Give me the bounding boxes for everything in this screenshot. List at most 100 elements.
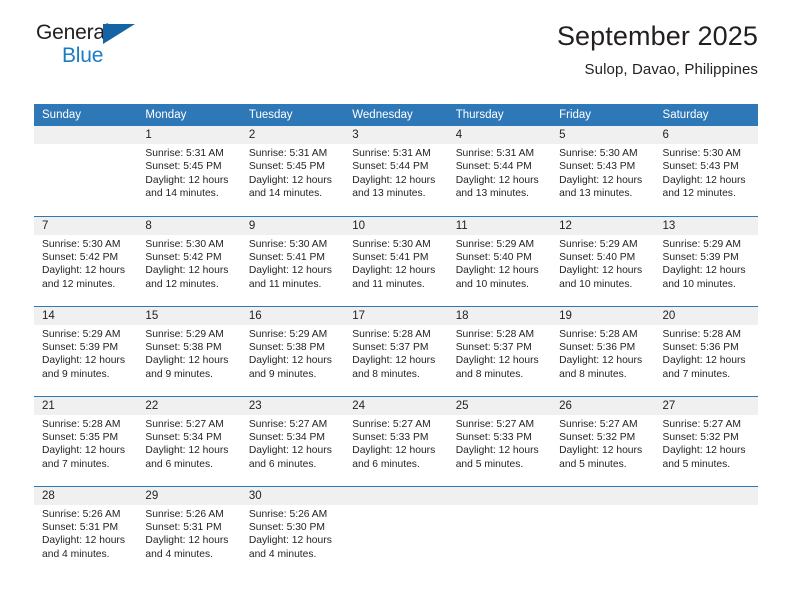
calendar-page: General Blue September 2025 Sulop, Davao…: [0, 0, 792, 612]
calendar-day-cell[interactable]: 22 Sunrise: 5:27 AM Sunset: 5:34 PM Dayligh…: [137, 395, 241, 486]
daylight-duration-line1: Daylight: 12 hours: [352, 355, 436, 367]
calendar-day-cell[interactable]: 7 Sunrise: 5:30 AM Sunset: 5:42 PM Daylight…: [34, 215, 138, 306]
calendar-day-cell[interactable]: 23 Sunrise: 5:27 AM Sunset: 5:34 PM Dayligh…: [240, 395, 345, 486]
calendar-day-cell[interactable]: 3 Sunrise: 5:31 AM Sunset: 5:44 PM Daylight…: [344, 126, 448, 216]
daylight-duration-line1: Daylight: 12 hours: [662, 174, 746, 186]
calendar-day-cell[interactable]: 6 Sunrise: 5:30 AM Sunset: 5:43 PM Daylight…: [654, 126, 758, 216]
calendar-day-cell[interactable]: 12 Sunrise: 5:29 AM Sunset: 5:40 PM Dayligh…: [551, 215, 655, 306]
calendar-day-cell[interactable]: 18 Sunrise: 5:28 AM Sunset: 5:37 PM Dayligh…: [447, 305, 552, 396]
daylight-duration-line2: and 13 minutes.: [455, 188, 529, 200]
daylight-duration-line2: and 6 minutes.: [352, 458, 420, 470]
daylight-duration-line2: and 14 minutes.: [248, 188, 323, 200]
sunset-time: Sunset: 5:33 PM: [455, 431, 532, 443]
calendar-day-cell[interactable]: 26 Sunrise: 5:27 AM Sunset: 5:32 PM Dayligh…: [551, 395, 655, 486]
calendar-day-cell[interactable]: 21 Sunrise: 5:28 AM Sunset: 5:35 PM Dayligh…: [34, 395, 138, 486]
calendar-day-cell[interactable]: 5 Sunrise: 5:30 AM Sunset: 5:43 PM Daylight…: [551, 126, 655, 216]
daylight-duration-line2: and 4 minutes.: [145, 548, 213, 560]
calendar-day-cell[interactable]: 27 Sunrise: 5:27 AM Sunset: 5:32 PM Dayligh…: [654, 395, 758, 486]
calendar-day-cell-empty: [551, 485, 655, 576]
day-number: 12: [551, 216, 655, 235]
sunrise-time: Sunrise: 5:27 AM: [455, 418, 535, 430]
day-number: [34, 126, 138, 144]
daylight-duration-line2: and 13 minutes.: [352, 188, 426, 200]
title-block: September 2025 Sulop, Davao, Philippines: [556, 21, 758, 78]
calendar-day-cell[interactable]: 4 Sunrise: 5:31 AM Sunset: 5:44 PM Daylight…: [447, 126, 552, 216]
calendar-day-cell[interactable]: 15 Sunrise: 5:29 AM Sunset: 5:38 PM Dayligh…: [137, 305, 241, 396]
sunrise-time: Sunrise: 5:31 AM: [248, 148, 328, 159]
sunrise-time: Sunrise: 5:31 AM: [352, 148, 431, 159]
general-blue-logo[interactable]: General Blue: [34, 22, 156, 78]
calendar-day-cell[interactable]: 10 Sunrise: 5:30 AM Sunset: 5:41 PM Dayligh…: [344, 215, 448, 306]
day-details: Sunrise: 5:31 AM Sunset: 5:44 PM Daylight:…: [344, 144, 447, 201]
calendar-day-cell[interactable]: 20 Sunrise: 5:28 AM Sunset: 5:36 PM Dayligh…: [654, 305, 758, 396]
daylight-duration-line2: and 10 minutes.: [559, 278, 633, 290]
sunset-time: Sunset: 5:37 PM: [455, 341, 532, 353]
day-number: 20: [654, 306, 758, 325]
daylight-duration-line1: Daylight: 12 hours: [559, 265, 643, 277]
calendar-day-cell[interactable]: 16 Sunrise: 5:29 AM Sunset: 5:38 PM Dayligh…: [240, 305, 345, 396]
day-details: Sunrise: 5:30 AM Sunset: 5:42 PM Daylight:…: [34, 235, 137, 292]
calendar-day-cell[interactable]: 24 Sunrise: 5:27 AM Sunset: 5:33 PM Dayligh…: [344, 395, 448, 486]
daylight-duration-line2: and 9 minutes.: [248, 368, 317, 380]
sunrise-time: Sunrise: 5:27 AM: [352, 418, 431, 430]
sunrise-time: Sunrise: 5:28 AM: [559, 328, 638, 340]
weekday-header-wednesday: Wednesday: [344, 104, 448, 126]
day-number: [551, 486, 655, 505]
sunrise-time: Sunrise: 5:29 AM: [248, 328, 328, 340]
day-number: 11: [447, 216, 552, 235]
calendar-day-cell[interactable]: 28 Sunrise: 5:26 AM Sunset: 5:31 PM Dayligh…: [34, 485, 138, 576]
day-details: Sunrise: 5:27 AM Sunset: 5:34 PM Daylight:…: [137, 415, 240, 472]
calendar-day-cell-empty: [344, 485, 448, 576]
day-number: 5: [551, 126, 655, 144]
sunset-time: Sunset: 5:43 PM: [662, 161, 739, 173]
day-number: 22: [137, 396, 241, 415]
calendar-day-cell[interactable]: 1 Sunrise: 5:31 AM Sunset: 5:45 PM Daylight…: [137, 126, 241, 216]
daylight-duration-line1: Daylight: 12 hours: [455, 174, 539, 186]
sunrise-time: Sunrise: 5:30 AM: [145, 238, 224, 250]
daylight-duration-line1: Daylight: 12 hours: [352, 445, 436, 457]
calendar-week-row: 7 Sunrise: 5:30 AM Sunset: 5:42 PM Daylight…: [34, 215, 758, 306]
day-details: Sunrise: 5:28 AM Sunset: 5:36 PM Daylight:…: [655, 325, 758, 382]
day-number: 25: [447, 396, 552, 415]
sunset-time: Sunset: 5:31 PM: [42, 521, 119, 533]
calendar-day-cell[interactable]: 30 Sunrise: 5:26 AM Sunset: 5:30 PM Dayligh…: [240, 485, 345, 576]
sunrise-time: Sunrise: 5:28 AM: [455, 328, 535, 340]
day-number: 19: [551, 306, 655, 325]
day-details: Sunrise: 5:28 AM Sunset: 5:37 PM Daylight:…: [344, 325, 447, 382]
daylight-duration-line2: and 9 minutes.: [145, 368, 213, 380]
sunrise-time: Sunrise: 5:31 AM: [145, 148, 224, 159]
sunset-time: Sunset: 5:34 PM: [248, 431, 325, 443]
calendar-day-cell[interactable]: 25 Sunrise: 5:27 AM Sunset: 5:33 PM Dayligh…: [447, 395, 552, 486]
sunrise-time: Sunrise: 5:27 AM: [248, 418, 328, 430]
day-details: Sunrise: 5:26 AM Sunset: 5:31 PM Daylight:…: [34, 505, 137, 562]
daylight-duration-line2: and 11 minutes.: [352, 278, 425, 290]
day-number: 13: [654, 216, 758, 235]
weekday-header-monday: Monday: [137, 104, 241, 126]
calendar-day-cell[interactable]: 29 Sunrise: 5:26 AM Sunset: 5:31 PM Dayligh…: [137, 485, 241, 576]
calendar-day-cell[interactable]: 19 Sunrise: 5:28 AM Sunset: 5:36 PM Dayligh…: [551, 305, 655, 396]
daylight-duration-line2: and 9 minutes.: [42, 368, 110, 380]
page-title: September 2025: [556, 21, 758, 51]
daylight-duration-line2: and 6 minutes.: [248, 458, 317, 470]
logo-text-general: General: [36, 21, 110, 44]
sunset-time: Sunset: 5:36 PM: [662, 341, 739, 353]
daylight-duration-line2: and 10 minutes.: [455, 278, 529, 290]
location-subtitle: Sulop, Davao, Philippines: [584, 60, 758, 78]
triangle-icon: [103, 24, 135, 44]
calendar-day-cell[interactable]: 9 Sunrise: 5:30 AM Sunset: 5:41 PM Daylight…: [240, 215, 345, 306]
calendar-day-cell[interactable]: 13 Sunrise: 5:29 AM Sunset: 5:39 PM Dayligh…: [654, 215, 758, 306]
sunset-time: Sunset: 5:30 PM: [248, 521, 325, 533]
calendar-day-cell[interactable]: 8 Sunrise: 5:30 AM Sunset: 5:42 PM Daylight…: [137, 215, 241, 306]
sunrise-time: Sunrise: 5:26 AM: [248, 508, 328, 520]
daylight-duration-line2: and 13 minutes.: [559, 188, 633, 200]
calendar-day-cell[interactable]: 17 Sunrise: 5:28 AM Sunset: 5:37 PM Dayligh…: [344, 305, 448, 396]
daylight-duration-line1: Daylight: 12 hours: [248, 535, 332, 547]
sunset-time: Sunset: 5:44 PM: [455, 161, 532, 173]
calendar-day-cell[interactable]: 2 Sunrise: 5:31 AM Sunset: 5:45 PM Daylight…: [240, 126, 345, 216]
day-number: 28: [34, 486, 138, 505]
daylight-duration-line2: and 7 minutes.: [662, 368, 731, 380]
sunrise-time: Sunrise: 5:29 AM: [455, 238, 535, 250]
calendar-day-cell[interactable]: 11 Sunrise: 5:29 AM Sunset: 5:40 PM Dayligh…: [447, 215, 552, 306]
daylight-duration-line1: Daylight: 12 hours: [42, 445, 125, 457]
calendar-day-cell[interactable]: 14 Sunrise: 5:29 AM Sunset: 5:39 PM Dayligh…: [34, 305, 138, 396]
